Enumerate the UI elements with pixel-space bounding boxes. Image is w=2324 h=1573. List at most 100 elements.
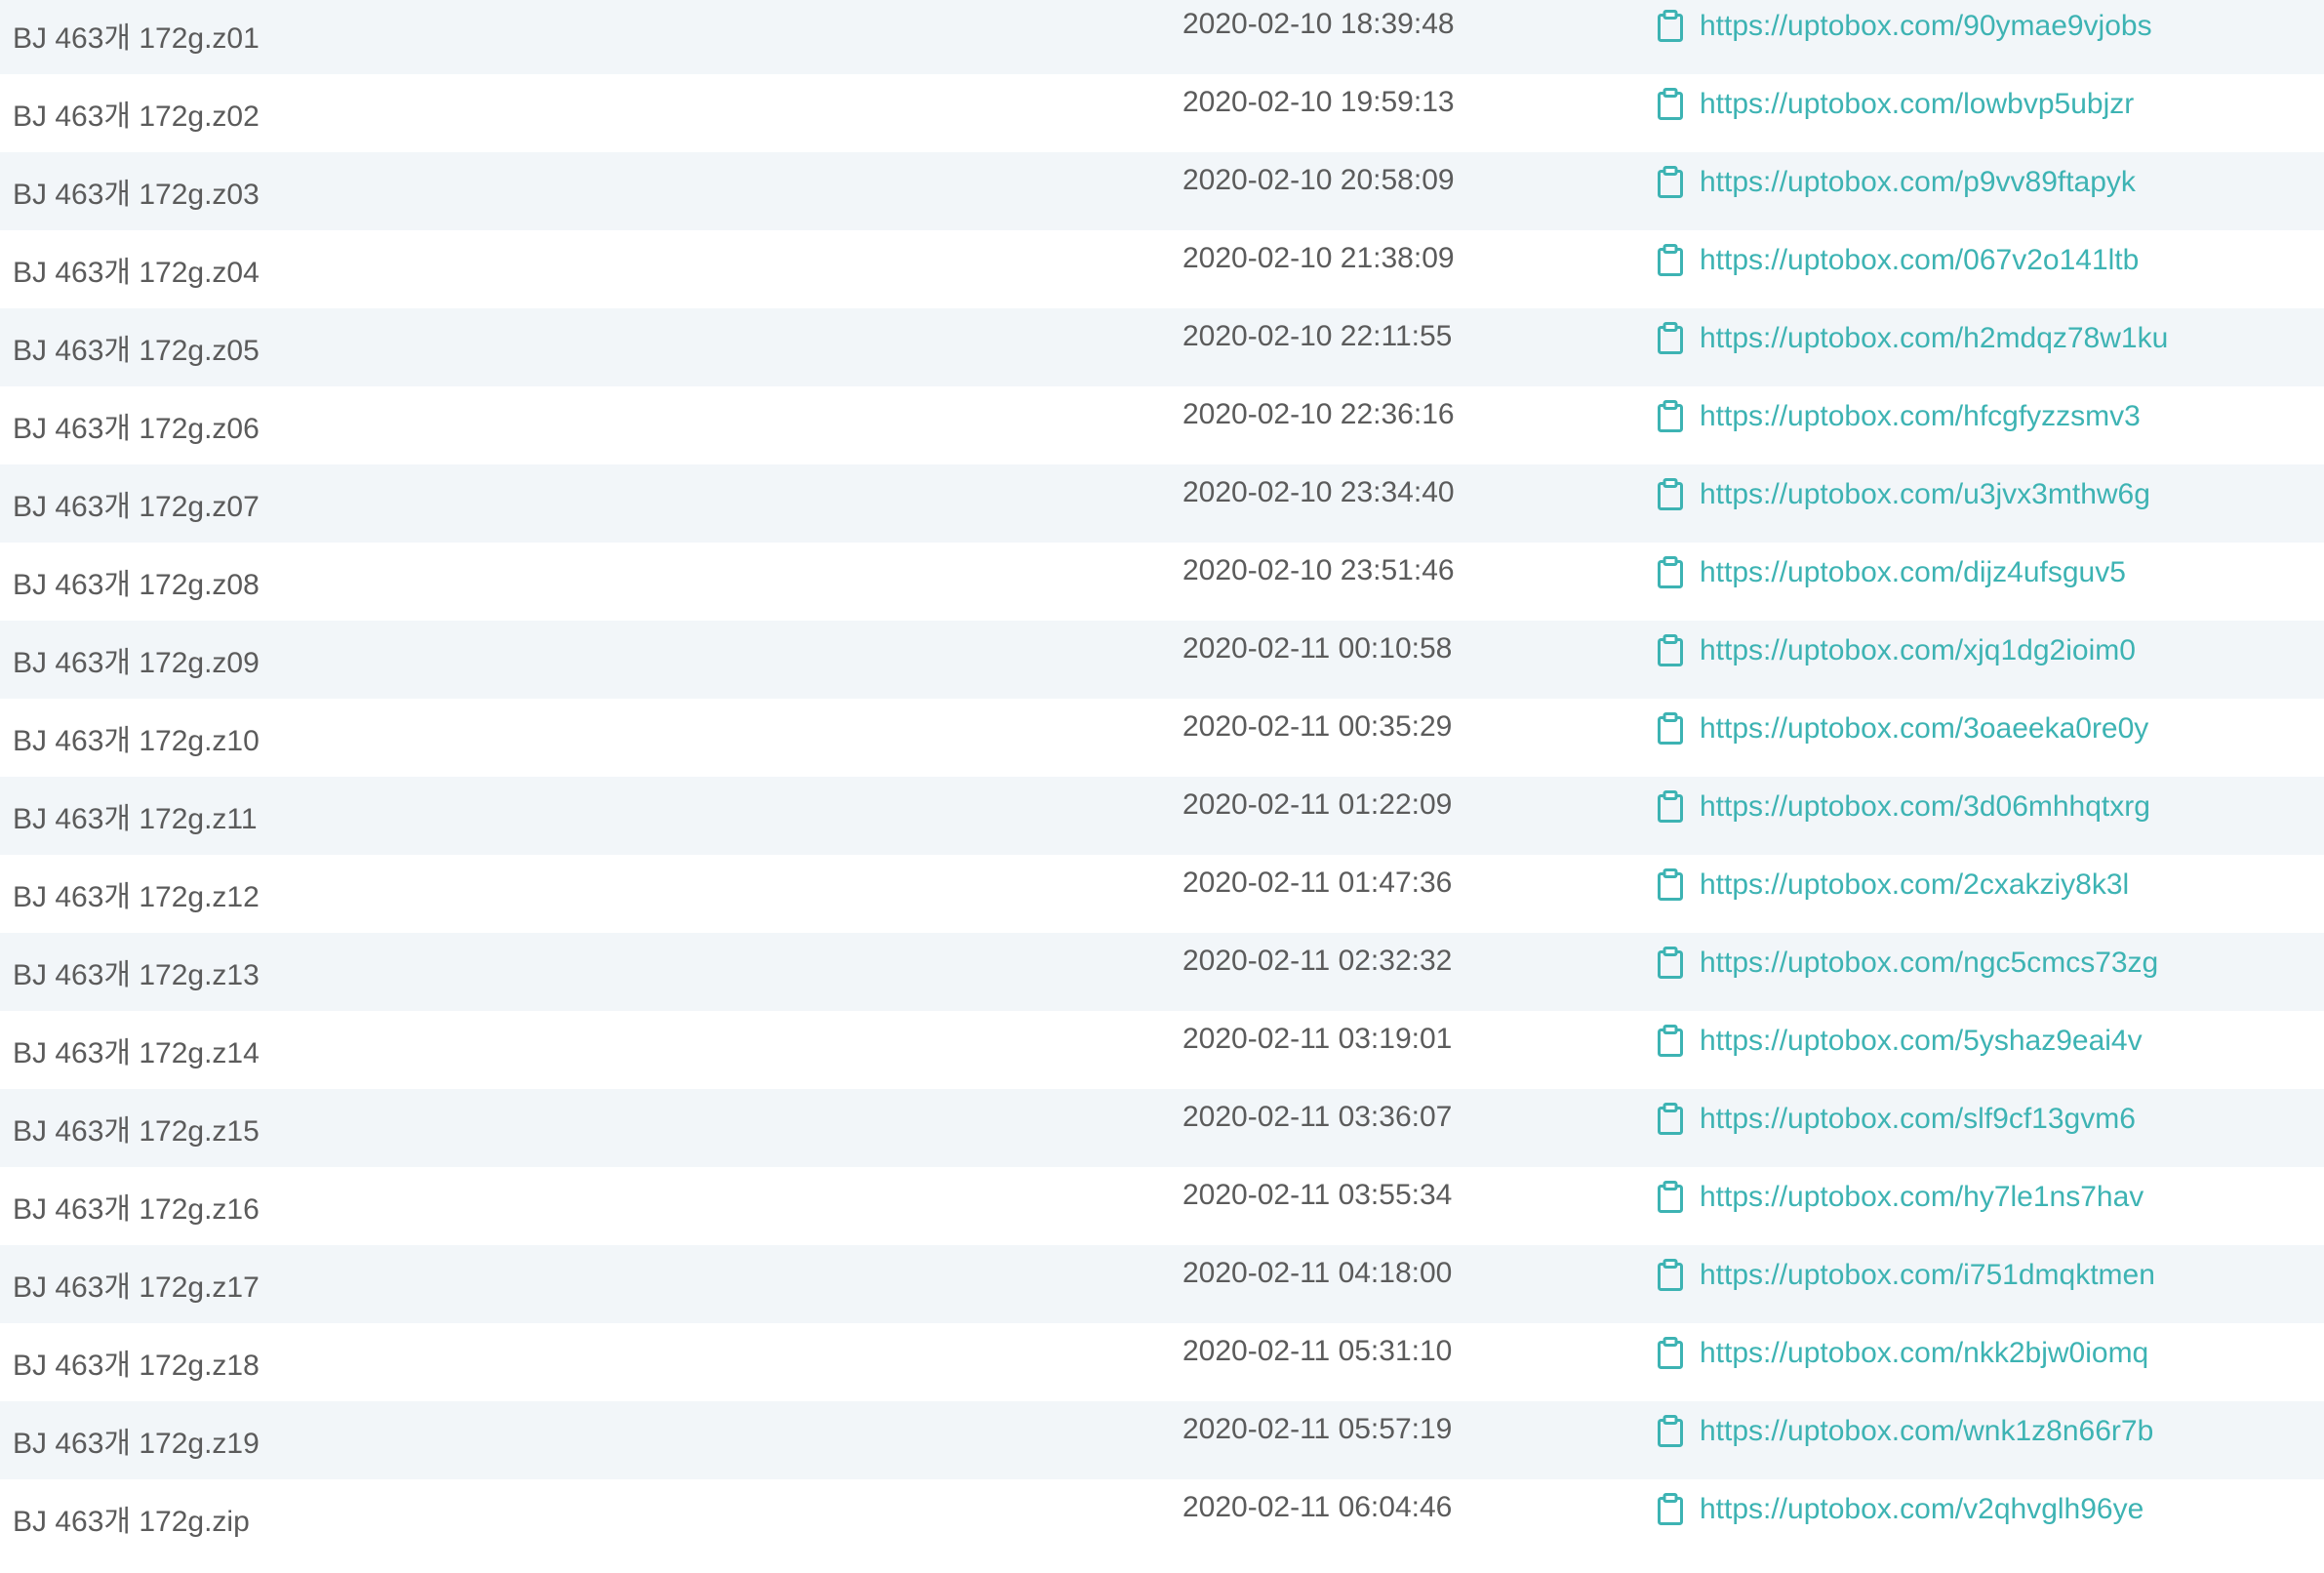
download-link-cell: https://uptobox.com/v2qhvglh96ye [1657, 1491, 2144, 1528]
table-row: BJ 463개 172g.z12 2020-02-11 01:47:36 htt… [0, 855, 2324, 933]
file-name: BJ 463개 172g.z07 [13, 491, 260, 523]
table-row: BJ 463개 172g.z09 2020-02-11 00:10:58 htt… [0, 621, 2324, 699]
table-row: BJ 463개 172g.z07 2020-02-10 23:34:40 htt… [0, 464, 2324, 543]
download-link[interactable]: https://uptobox.com/hy7le1ns7hav [1700, 1181, 2144, 1214]
upload-date: 2020-02-11 01:47:36 [1182, 867, 1453, 899]
clipboard-icon[interactable] [1657, 790, 1684, 824]
clipboard-icon[interactable] [1657, 1025, 1684, 1058]
download-link-cell: https://uptobox.com/3d06mhhqtxrg [1657, 788, 2150, 826]
download-link-cell: https://uptobox.com/067v2o141ltb [1657, 242, 2139, 279]
table-row: BJ 463개 172g.z13 2020-02-11 02:32:32 htt… [0, 933, 2324, 1011]
download-link[interactable]: https://uptobox.com/3d06mhhqtxrg [1700, 790, 2150, 824]
table-row: BJ 463개 172g.z15 2020-02-11 03:36:07 htt… [0, 1089, 2324, 1167]
download-link[interactable]: https://uptobox.com/i751dmqktmen [1700, 1259, 2155, 1292]
download-link[interactable]: https://uptobox.com/nkk2bjw0iomq [1700, 1337, 2148, 1370]
download-link[interactable]: https://uptobox.com/xjq1dg2ioim0 [1700, 634, 2136, 667]
clipboard-icon[interactable] [1657, 322, 1684, 355]
clipboard-icon[interactable] [1657, 10, 1684, 43]
file-name: BJ 463개 172g.zip [13, 1506, 250, 1538]
download-link-cell: https://uptobox.com/ngc5cmcs73zg [1657, 945, 2158, 982]
clipboard-icon[interactable] [1657, 1259, 1684, 1292]
download-link-cell: https://uptobox.com/nkk2bjw0iomq [1657, 1335, 2148, 1372]
download-link-cell: https://uptobox.com/xjq1dg2ioim0 [1657, 632, 2136, 669]
download-link-cell: https://uptobox.com/h2mdqz78w1ku [1657, 320, 2168, 357]
download-link-cell: https://uptobox.com/i751dmqktmen [1657, 1257, 2155, 1294]
file-name: BJ 463개 172g.z10 [13, 725, 260, 757]
download-link[interactable]: https://uptobox.com/3oaeeka0re0y [1700, 712, 2148, 746]
clipboard-icon[interactable] [1657, 712, 1684, 746]
clipboard-icon[interactable] [1657, 1415, 1684, 1448]
file-name: BJ 463개 172g.z05 [13, 335, 260, 367]
upload-date: 2020-02-11 02:32:32 [1182, 945, 1453, 977]
download-link[interactable]: https://uptobox.com/h2mdqz78w1ku [1700, 322, 2168, 355]
clipboard-icon[interactable] [1657, 556, 1684, 589]
download-link[interactable]: https://uptobox.com/u3jvx3mthw6g [1700, 478, 2150, 511]
clipboard-icon[interactable] [1657, 947, 1684, 980]
clipboard-icon[interactable] [1657, 400, 1684, 433]
file-name: BJ 463개 172g.z13 [13, 959, 260, 991]
file-name: BJ 463개 172g.z01 [13, 22, 260, 55]
clipboard-icon[interactable] [1657, 868, 1684, 902]
download-link-cell: https://uptobox.com/2cxakziy8k3l [1657, 867, 2129, 904]
download-link[interactable]: https://uptobox.com/5yshaz9eai4v [1700, 1025, 2143, 1058]
file-name: BJ 463개 172g.z08 [13, 569, 260, 601]
file-name: BJ 463개 172g.z03 [13, 179, 260, 211]
download-link-cell: https://uptobox.com/hy7le1ns7hav [1657, 1179, 2144, 1216]
clipboard-icon[interactable] [1657, 1181, 1684, 1214]
download-link[interactable]: https://uptobox.com/90ymae9vjobs [1700, 10, 2152, 43]
download-link-cell: https://uptobox.com/p9vv89ftapyk [1657, 164, 2136, 201]
upload-date: 2020-02-11 05:31:10 [1182, 1335, 1453, 1367]
clipboard-icon[interactable] [1657, 244, 1684, 277]
file-name: BJ 463개 172g.z04 [13, 257, 260, 289]
download-link[interactable]: https://uptobox.com/hfcgfyzzsmv3 [1700, 400, 2141, 433]
file-name: BJ 463개 172g.z17 [13, 1271, 260, 1304]
clipboard-icon[interactable] [1657, 1493, 1684, 1526]
file-name: BJ 463개 172g.z14 [13, 1037, 260, 1069]
download-link[interactable]: https://uptobox.com/slf9cf13gvm6 [1700, 1103, 2136, 1136]
download-link[interactable]: https://uptobox.com/2cxakziy8k3l [1700, 868, 2129, 902]
download-link[interactable]: https://uptobox.com/lowbvp5ubjzr [1700, 88, 2134, 121]
file-name: BJ 463개 172g.z15 [13, 1115, 260, 1148]
download-link[interactable]: https://uptobox.com/wnk1z8n66r7b [1700, 1415, 2153, 1448]
upload-date: 2020-02-11 00:35:29 [1182, 710, 1453, 743]
clipboard-icon[interactable] [1657, 1337, 1684, 1370]
download-link-cell: https://uptobox.com/90ymae9vjobs [1657, 8, 2152, 45]
file-name: BJ 463개 172g.z02 [13, 101, 260, 133]
file-name: BJ 463개 172g.z19 [13, 1428, 260, 1460]
upload-date: 2020-02-11 03:36:07 [1182, 1101, 1453, 1133]
clipboard-icon[interactable] [1657, 88, 1684, 121]
table-row: BJ 463개 172g.z08 2020-02-10 23:51:46 htt… [0, 543, 2324, 621]
download-link[interactable]: https://uptobox.com/dijz4ufsguv5 [1700, 556, 2126, 589]
upload-date: 2020-02-11 06:04:46 [1182, 1491, 1453, 1523]
file-name: BJ 463개 172g.z18 [13, 1350, 260, 1382]
table-row: BJ 463개 172g.zip 2020-02-11 06:04:46 htt… [0, 1479, 2324, 1557]
upload-date: 2020-02-10 23:51:46 [1182, 554, 1455, 586]
download-link[interactable]: https://uptobox.com/067v2o141ltb [1700, 244, 2139, 277]
file-name: BJ 463개 172g.z16 [13, 1193, 260, 1226]
clipboard-icon[interactable] [1657, 166, 1684, 199]
table-row: BJ 463개 172g.z06 2020-02-10 22:36:16 htt… [0, 386, 2324, 464]
download-link[interactable]: https://uptobox.com/ngc5cmcs73zg [1700, 947, 2158, 980]
upload-date: 2020-02-10 23:34:40 [1182, 476, 1455, 508]
download-link-cell: https://uptobox.com/hfcgfyzzsmv3 [1657, 398, 2141, 435]
download-link-cell: https://uptobox.com/3oaeeka0re0y [1657, 710, 2148, 747]
upload-date: 2020-02-10 22:36:16 [1182, 398, 1455, 430]
clipboard-icon[interactable] [1657, 634, 1684, 667]
upload-date: 2020-02-10 20:58:09 [1182, 164, 1455, 196]
upload-date: 2020-02-10 21:38:09 [1182, 242, 1455, 274]
clipboard-icon[interactable] [1657, 478, 1684, 511]
download-link[interactable]: https://uptobox.com/p9vv89ftapyk [1700, 166, 2136, 199]
upload-date: 2020-02-10 18:39:48 [1182, 8, 1455, 40]
upload-date: 2020-02-11 03:55:34 [1182, 1179, 1453, 1211]
table-row: BJ 463개 172g.z10 2020-02-11 00:35:29 htt… [0, 699, 2324, 777]
upload-date: 2020-02-11 05:57:19 [1182, 1413, 1453, 1445]
table-row: BJ 463개 172g.z18 2020-02-11 05:31:10 htt… [0, 1323, 2324, 1401]
file-name: BJ 463개 172g.z06 [13, 413, 260, 445]
download-link[interactable]: https://uptobox.com/v2qhvglh96ye [1700, 1493, 2144, 1526]
table-row: BJ 463개 172g.z17 2020-02-11 04:18:00 htt… [0, 1245, 2324, 1323]
download-link-cell: https://uptobox.com/u3jvx3mthw6g [1657, 476, 2150, 513]
table-row: BJ 463개 172g.z19 2020-02-11 05:57:19 htt… [0, 1401, 2324, 1479]
clipboard-icon[interactable] [1657, 1103, 1684, 1136]
download-link-cell: https://uptobox.com/dijz4ufsguv5 [1657, 554, 2126, 591]
table-row: BJ 463개 172g.z11 2020-02-11 01:22:09 htt… [0, 777, 2324, 855]
